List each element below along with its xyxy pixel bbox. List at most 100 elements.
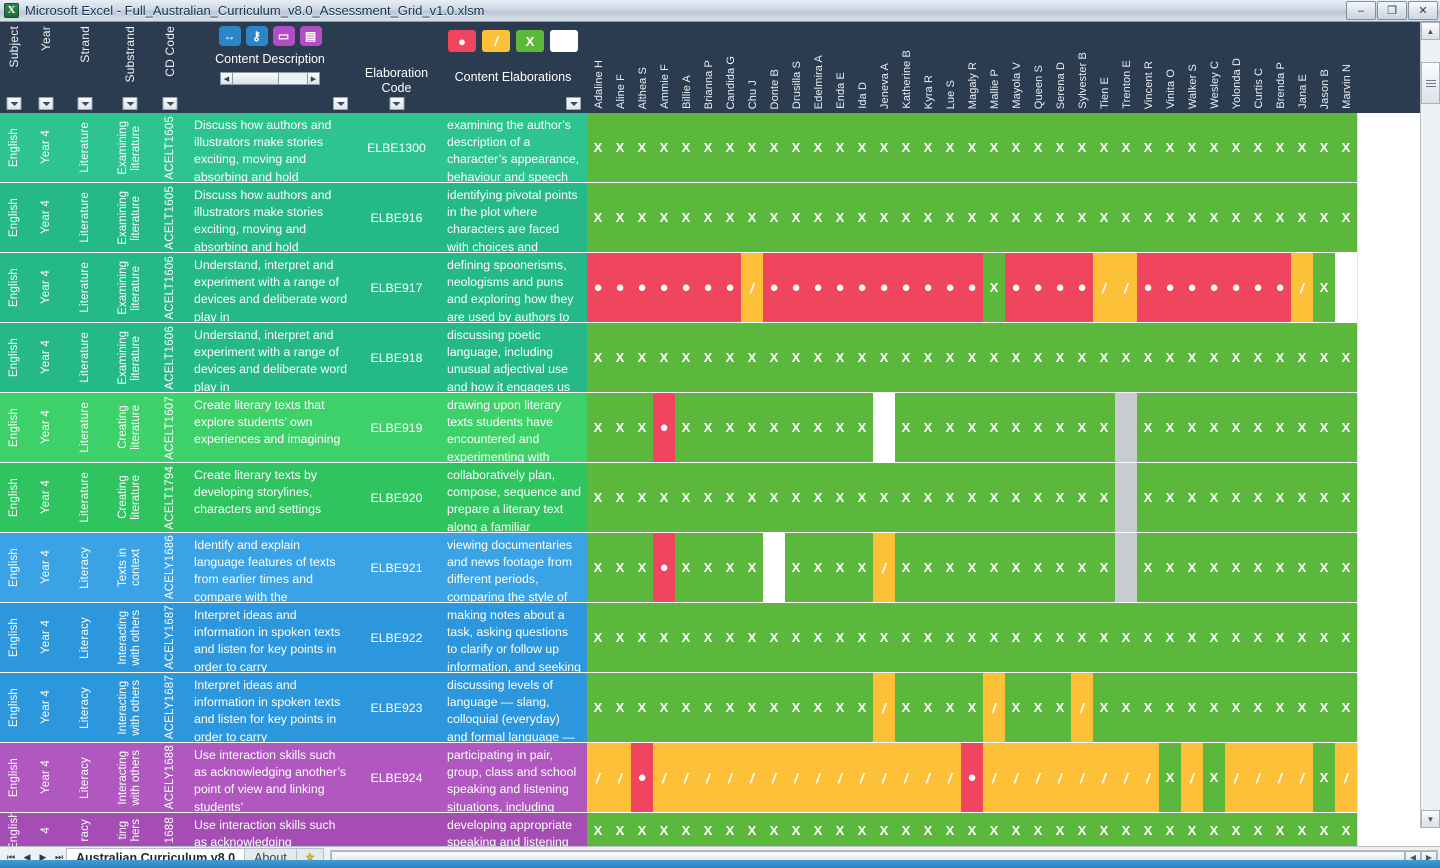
assessment-cell[interactable]: X [1005,113,1027,182]
close-button[interactable]: ✕ [1408,1,1438,20]
assessment-cell[interactable]: X [1115,813,1137,846]
assessment-cell[interactable]: X [1049,183,1071,252]
cell-elaboration-code[interactable] [354,813,439,846]
assessment-cell[interactable]: X [1313,183,1335,252]
assessment-cell[interactable]: X [1269,533,1291,602]
assessment-cell[interactable]: X [1137,673,1159,742]
assessment-cell[interactable] [873,393,895,462]
assessment-cell[interactable]: X [741,113,763,182]
assessment-cell[interactable]: X [1137,603,1159,672]
table-row[interactable]: English Year 4 Literature Creating literatu… [0,393,1420,463]
assessment-cell[interactable]: X [697,463,719,532]
filter-button-substrand[interactable] [122,97,138,110]
cell-cd-code[interactable]: ACELT1606 [154,253,186,322]
cell-content-elaboration[interactable]: identifying pivotal points in the plot w… [439,183,587,252]
student-column-header[interactable]: Billie A [675,22,697,113]
assessment-cell[interactable]: / [939,743,961,812]
assessment-cell[interactable]: X [1049,533,1071,602]
cell-elaboration-code[interactable]: ELBE1300 [354,113,439,182]
assessment-cell[interactable]: X [653,673,675,742]
assessment-cell[interactable]: X [1027,813,1049,846]
empty-cell[interactable] [1357,323,1420,392]
assessment-cell[interactable]: X [1115,603,1137,672]
assessment-cell[interactable]: X [961,393,983,462]
cell-content-elaboration[interactable]: examining the author’s description of a … [439,113,587,182]
assessment-cell[interactable]: X [1137,323,1159,392]
cell-strand[interactable]: Literature [64,113,106,182]
assessment-cell[interactable]: / [873,673,895,742]
assessment-cell[interactable]: X [1247,813,1269,846]
cell-cd-code[interactable]: ACELT1607 [154,393,186,462]
assessment-cell[interactable]: X [829,673,851,742]
assessment-cell[interactable]: X [983,813,1005,846]
assessment-cell[interactable]: X [1115,323,1137,392]
assessment-cell[interactable]: X [961,463,983,532]
assessment-cell[interactable]: X [697,183,719,252]
assessment-cell[interactable]: X [1093,603,1115,672]
assessment-cell[interactable]: X [697,323,719,392]
cell-cd-code[interactable]: ACELY1688 [154,743,186,812]
cd-scroll-track[interactable] [279,73,307,84]
assessment-cell[interactable]: X [1093,463,1115,532]
assessment-cell[interactable]: X [631,533,653,602]
empty-cell[interactable] [1357,813,1420,846]
cell-elaboration-code[interactable]: ELBE917 [354,253,439,322]
assessment-cell[interactable]: X [1137,463,1159,532]
assessment-cell[interactable]: X [1027,393,1049,462]
assessment-cell[interactable]: X [719,393,741,462]
cell-elaboration-code[interactable]: ELBE920 [354,463,439,532]
assessment-cell[interactable]: X [983,113,1005,182]
assessment-cell[interactable]: X [1291,533,1313,602]
cell-cd-code[interactable]: ACELY1686 [154,533,186,602]
assessment-cell[interactable]: X [1335,603,1357,672]
cell-elaboration-code[interactable]: ELBE921 [354,533,439,602]
cell-content-elaboration[interactable]: participating in pair, group, class and … [439,743,587,812]
cell-year[interactable]: Year 4 [28,393,64,462]
vertical-scrollbar[interactable]: ▲ ▼ [1420,22,1440,828]
cell-year[interactable]: 4 [28,813,64,846]
table-row[interactable]: English Year 4 Literature Examining literat… [0,183,1420,253]
assessment-cell[interactable]: X [785,533,807,602]
student-column-header[interactable]: Katherine B [895,22,917,113]
assessment-cell[interactable]: X [961,323,983,392]
filter-button-year[interactable] [38,97,54,110]
cell-strand[interactable]: Literature [64,463,106,532]
assessment-cell[interactable]: / [917,743,939,812]
empty-cell[interactable] [1357,743,1420,812]
assessment-cell[interactable]: X [1335,323,1357,392]
assessment-cell[interactable]: / [763,743,785,812]
assessment-cell[interactable]: X [1313,813,1335,846]
empty-cell[interactable] [1357,113,1420,182]
assessment-cell[interactable]: X [785,393,807,462]
assessment-cell[interactable]: X [851,323,873,392]
restore-button[interactable]: ❐ [1377,1,1407,20]
assessment-cell[interactable]: X [917,603,939,672]
assessment-cell[interactable]: / [1291,743,1313,812]
assessment-cell[interactable]: X [1181,813,1203,846]
assessment-cell[interactable]: X [697,813,719,846]
assessment-cell[interactable]: X [807,393,829,462]
assessment-cell[interactable]: X [719,183,741,252]
assessment-cell[interactable]: X [1115,183,1137,252]
student-column-header[interactable]: Serena D [1049,22,1071,113]
assessment-cell[interactable]: X [807,183,829,252]
assessment-cell[interactable]: ● [1137,253,1159,322]
assessment-cell[interactable]: / [741,253,763,322]
assessment-cell[interactable]: X [631,673,653,742]
assessment-cell[interactable]: X [895,323,917,392]
assessment-cell[interactable]: X [873,113,895,182]
cell-strand[interactable]: Literacy [64,743,106,812]
assessment-cell[interactable]: X [763,113,785,182]
assessment-cell[interactable]: X [807,113,829,182]
cell-substrand[interactable]: Interacting with others [106,603,154,672]
cell-elaboration-code[interactable]: ELBE916 [354,183,439,252]
assessment-cell[interactable]: X [785,673,807,742]
cell-strand[interactable]: Literacy [64,673,106,742]
student-column-header[interactable]: Magaly R [961,22,983,113]
assessment-cell[interactable]: X [785,323,807,392]
cell-elaboration-code[interactable]: ELBE924 [354,743,439,812]
assessment-cell[interactable]: ● [917,253,939,322]
assessment-cell[interactable]: X [1027,603,1049,672]
assessment-cell[interactable]: ● [697,253,719,322]
student-column-header[interactable]: Adaline H [587,22,609,113]
